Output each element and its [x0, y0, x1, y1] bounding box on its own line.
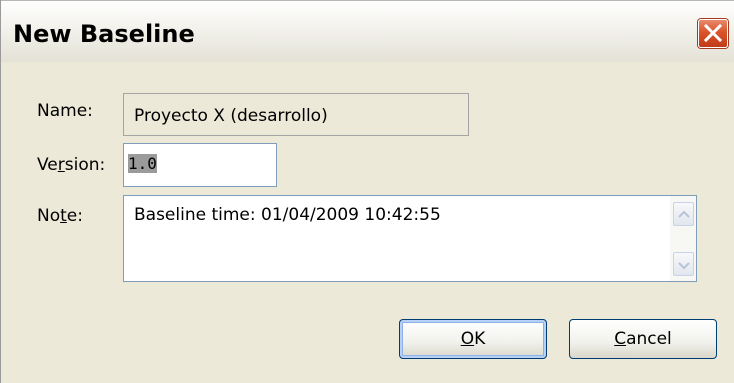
note-label-part: e:	[66, 206, 83, 226]
chevron-down-icon	[678, 262, 690, 270]
scroll-up-button[interactable]	[673, 202, 694, 226]
version-label-mnemonic: r	[57, 155, 65, 175]
chevron-up-icon	[678, 210, 690, 218]
note-label-mnemonic: t	[60, 206, 67, 226]
ok-mnemonic: O	[460, 329, 475, 349]
version-label: Version:	[37, 155, 105, 175]
cancel-mnemonic: C	[614, 329, 627, 349]
title-bar[interactable]: New Baseline	[1, 0, 734, 62]
version-label-part: sion:	[64, 155, 106, 175]
scroll-down-button[interactable]	[673, 252, 694, 276]
name-label: Name:	[37, 101, 93, 121]
name-field: Proyecto X (desarrollo)	[123, 93, 469, 136]
note-label-part: No	[37, 206, 61, 226]
dialog-title: New Baseline	[13, 20, 195, 48]
close-button[interactable]	[698, 19, 728, 48]
new-baseline-dialog: New Baseline Name: Proyecto X (desarroll…	[0, 0, 734, 383]
cancel-button[interactable]: Cancel	[569, 319, 717, 359]
name-value: Proyecto X (desarrollo)	[134, 106, 328, 126]
version-input[interactable]: 1.0	[123, 143, 277, 187]
version-label-part: Ve	[37, 155, 58, 175]
ok-button[interactable]: OK	[399, 319, 547, 359]
ok-label: K	[474, 329, 486, 349]
note-textarea[interactable]: Baseline time: 01/04/2009 10:42:55	[123, 195, 697, 282]
close-icon	[703, 23, 723, 43]
cancel-label: ancel	[626, 329, 672, 349]
note-value: Baseline time: 01/04/2009 10:42:55	[134, 205, 441, 225]
version-value: 1.0	[128, 154, 157, 173]
note-scrollbar[interactable]	[670, 196, 696, 281]
note-label: Note:	[37, 206, 83, 226]
